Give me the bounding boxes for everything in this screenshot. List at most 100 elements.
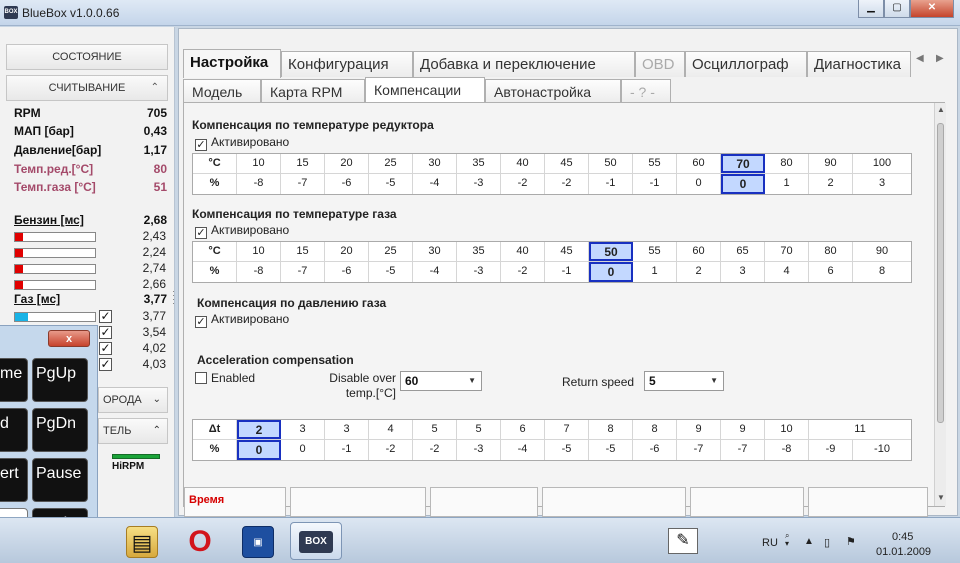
- reading-button[interactable]: СЧИТЫВАНИЕ ⌃: [6, 75, 168, 101]
- accel-percent-cell[interactable]: -4: [501, 440, 545, 460]
- tab-diagnostics[interactable]: Диагностика: [807, 51, 911, 77]
- folder-icon[interactable]: ▤: [126, 526, 158, 558]
- tab-rpm-map[interactable]: Карта RPM: [261, 79, 365, 103]
- gas-percent-cell[interactable]: 6: [809, 262, 853, 282]
- checkbox-unchecked-icon[interactable]: [195, 372, 207, 384]
- gearbox-percent-cell[interactable]: -1: [633, 174, 677, 194]
- gas-percent-cell[interactable]: 2: [677, 262, 721, 282]
- gas-pressure-comp-enabled[interactable]: ✓ Активировано: [195, 312, 289, 328]
- gearbox-comp-enabled[interactable]: ✓ Активировано: [195, 135, 289, 151]
- gas-temp-cell[interactable]: 30: [413, 242, 457, 261]
- tab-unknown[interactable]: - ? -: [621, 79, 671, 103]
- language-indicator[interactable]: RU: [762, 537, 778, 549]
- accel-percent-cell[interactable]: -1: [325, 440, 369, 460]
- gas-percent-cell[interactable]: -7: [281, 262, 325, 282]
- gearbox-percent-cell[interactable]: -2: [501, 174, 545, 194]
- gearbox-percent-cell[interactable]: -8: [237, 174, 281, 194]
- accel-percent-cell[interactable]: -5: [545, 440, 589, 460]
- gearbox-temp-cell[interactable]: 15: [281, 154, 325, 173]
- gas-percent-cell[interactable]: -5: [369, 262, 413, 282]
- tab-scroll-left-icon[interactable]: ◀: [916, 53, 924, 64]
- accel-dt-cell[interactable]: 2: [237, 420, 281, 439]
- tab-obd[interactable]: OBD: [635, 51, 685, 77]
- gas-percent-cell[interactable]: -8: [237, 262, 281, 282]
- gearbox-temp-cell[interactable]: 20: [325, 154, 369, 173]
- gearbox-percent-cell[interactable]: -6: [325, 174, 369, 194]
- taskbar-bluebox-button[interactable]: BOX: [290, 522, 342, 560]
- accel-comp-enabled[interactable]: Enabled: [195, 371, 255, 387]
- gas-checkbox[interactable]: ✓: [99, 342, 112, 355]
- gas-temp-cell[interactable]: 40: [501, 242, 545, 261]
- accel-dt-cell[interactable]: 8: [633, 420, 677, 439]
- accel-percent-cell[interactable]: -9: [809, 440, 853, 460]
- tab-scroll-right-icon[interactable]: ▶: [936, 53, 944, 64]
- gas-temp-cell[interactable]: 10: [237, 242, 281, 261]
- accel-dt-cell[interactable]: 9: [677, 420, 721, 439]
- gearbox-temp-cell[interactable]: 50: [589, 154, 633, 173]
- gearbox-temp-cell[interactable]: 40: [501, 154, 545, 173]
- gearbox-percent-cell[interactable]: 1: [765, 174, 809, 194]
- accel-percent-cell[interactable]: -5: [589, 440, 633, 460]
- key-pause[interactable]: Pause: [32, 458, 88, 502]
- keyboard-close-button[interactable]: x: [48, 330, 90, 347]
- language-options-icon[interactable]: ⌕ ▾: [785, 532, 789, 548]
- vertical-scrollbar[interactable]: ▲ ▼: [934, 103, 946, 506]
- checkbox-checked-icon[interactable]: ✓: [195, 227, 207, 239]
- gearbox-temp-cell[interactable]: 45: [545, 154, 589, 173]
- accel-dt-cell[interactable]: 8: [589, 420, 633, 439]
- accel-dt-cell[interactable]: 7: [545, 420, 589, 439]
- gas-temp-cell[interactable]: 45: [545, 242, 589, 261]
- accel-dt-cell[interactable]: 11: [809, 420, 911, 439]
- gas-percent-cell[interactable]: 1: [633, 262, 677, 282]
- scrollbar-thumb[interactable]: [937, 123, 944, 423]
- accel-percent-cell[interactable]: -6: [633, 440, 677, 460]
- splitter-grip[interactable]: · · · ·: [172, 287, 175, 308]
- clock-time[interactable]: 0:45: [892, 531, 913, 543]
- gas-percent-cell[interactable]: 8: [853, 262, 911, 282]
- gas-percent-cell[interactable]: -3: [457, 262, 501, 282]
- maximize-button[interactable]: ▢: [884, 0, 910, 18]
- accel-percent-cell[interactable]: -8: [765, 440, 809, 460]
- scroll-up-icon[interactable]: ▲: [937, 105, 945, 114]
- gearbox-percent-cell[interactable]: -7: [281, 174, 325, 194]
- checkbox-checked-icon[interactable]: ✓: [195, 139, 207, 151]
- accel-dt-cell[interactable]: 3: [325, 420, 369, 439]
- gas-temp-cell[interactable]: 80: [809, 242, 853, 261]
- tab-autotune[interactable]: Автонастройка: [485, 79, 621, 103]
- tab-additive-switching[interactable]: Добавка и переключение: [413, 51, 635, 77]
- gearbox-temp-cell[interactable]: 90: [809, 154, 853, 173]
- gas-temp-cell[interactable]: 90: [853, 242, 911, 261]
- partial-button-1[interactable]: ОРОДА ⌄: [98, 387, 168, 413]
- key-pgdn[interactable]: PgDn: [32, 408, 88, 452]
- floppy-disk-icon[interactable]: ▣: [242, 526, 274, 558]
- key-pgup[interactable]: PgUp: [32, 358, 88, 402]
- gas-temp-cell[interactable]: 50: [589, 242, 633, 261]
- accel-dt-cell[interactable]: 4: [369, 420, 413, 439]
- gas-temp-cell[interactable]: 65: [721, 242, 765, 261]
- accel-percent-cell[interactable]: -2: [369, 440, 413, 460]
- accel-percent-cell[interactable]: -7: [721, 440, 765, 460]
- gearbox-percent-cell[interactable]: -3: [457, 174, 501, 194]
- checkbox-checked-icon[interactable]: ✓: [195, 316, 207, 328]
- key-insert[interactable]: ert: [0, 458, 28, 502]
- gearbox-percent-cell[interactable]: 0: [721, 174, 765, 194]
- accel-dt-cell[interactable]: 5: [457, 420, 501, 439]
- gas-percent-cell[interactable]: -2: [501, 262, 545, 282]
- partial-button-2[interactable]: ТЕЛЬ ⌃: [98, 418, 168, 444]
- accel-dt-cell[interactable]: 10: [765, 420, 809, 439]
- gearbox-temp-cell[interactable]: 55: [633, 154, 677, 173]
- flag-icon[interactable]: ⚑: [846, 535, 856, 548]
- accel-percent-cell[interactable]: -7: [677, 440, 721, 460]
- disable-over-select[interactable]: 60 ▼: [400, 371, 482, 391]
- gearbox-temp-cell[interactable]: 30: [413, 154, 457, 173]
- gas-temp-comp-enabled[interactable]: ✓ Активировано: [195, 223, 289, 239]
- gas-percent-cell[interactable]: -1: [545, 262, 589, 282]
- gas-temp-cell[interactable]: 60: [677, 242, 721, 261]
- accel-percent-cell[interactable]: -10: [853, 440, 911, 460]
- gas-percent-cell[interactable]: -6: [325, 262, 369, 282]
- scroll-down-icon[interactable]: ▼: [937, 493, 945, 502]
- gearbox-percent-cell[interactable]: -2: [545, 174, 589, 194]
- gas-temp-cell[interactable]: 70: [765, 242, 809, 261]
- gas-temp-cell[interactable]: 35: [457, 242, 501, 261]
- gearbox-percent-cell[interactable]: 2: [809, 174, 853, 194]
